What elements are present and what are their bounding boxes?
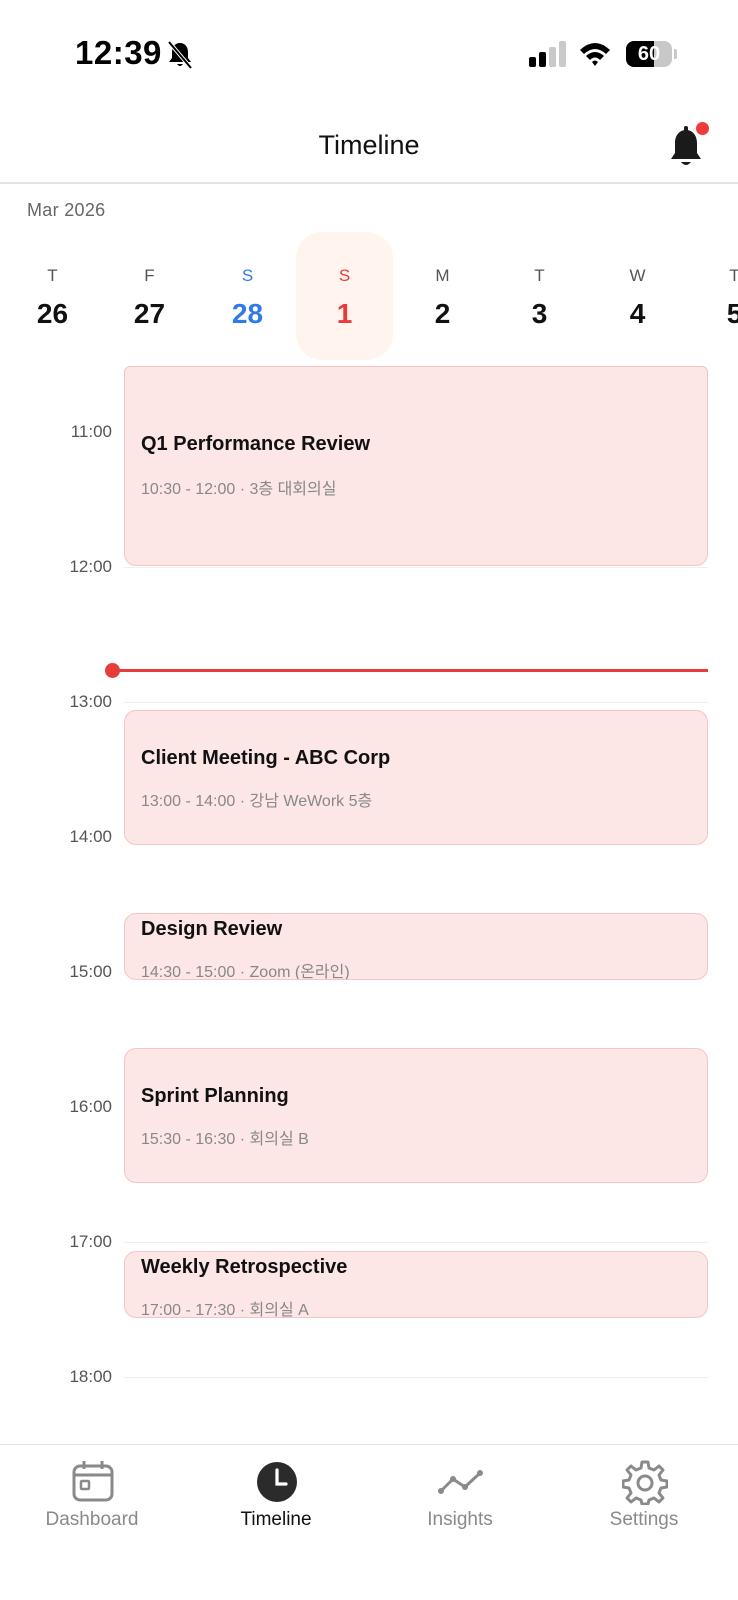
event-time-location: 15:30 - 16:30 · 회의실 B [141, 1131, 309, 1148]
hour-label: 14:00 [69, 827, 112, 846]
event-time-location: 13:00 - 14:00 · 강남 WeWork 5층 [141, 793, 373, 810]
tab-bar: Dashboard Timeline Insights Settings [0, 1444, 738, 1600]
day-of-week: W [629, 266, 646, 285]
hour-gridline [124, 567, 708, 568]
date-strip[interactable]: T 26 F 27 S 28 S 1 M 2 T 3 W 4 T 5 [0, 232, 738, 364]
date-cell[interactable]: T3 [491, 232, 588, 360]
battery-level: 60 [637, 43, 661, 65]
date-cell[interactable]: S1 [296, 232, 393, 360]
event-card[interactable]: Sprint Planning 15:30 - 16:30 · 회의실 B [124, 1048, 708, 1183]
hour-gridline [124, 702, 708, 703]
hour-label: 17:00 [69, 1232, 112, 1251]
status-time: 12:39 [75, 34, 162, 71]
day-of-week: T [729, 266, 738, 285]
event-time-location: 17:00 - 17:30 · 회의실 A [141, 1302, 309, 1318]
tab-label: Dashboard [45, 1509, 139, 1530]
hour-label: 11:00 [70, 422, 112, 441]
timeline[interactable]: 11:00 12:00 13:00 14:00 15:00 16:00 17:00 18:00… [0, 366, 738, 1444]
day-number: 26 [36, 298, 69, 329]
day-of-week: T [47, 266, 58, 285]
cellular-signal-icon [529, 41, 566, 67]
day-number: 1 [336, 298, 353, 329]
date-cell[interactable]: T5 [686, 232, 738, 360]
day-number: 2 [434, 298, 451, 329]
battery-icon: 60 [626, 41, 677, 67]
event-card[interactable]: Q1 Performance Review 10:30 - 12:00 · 3층 … [124, 366, 708, 566]
tab-label: Insights [427, 1509, 493, 1530]
hour-label: 18:00 [69, 1367, 112, 1386]
trend-line-icon [438, 1470, 483, 1494]
event-title: Sprint Planning [141, 1085, 289, 1107]
tab-label: Settings [609, 1509, 679, 1530]
hour-label: 13:00 [69, 692, 112, 711]
hour-label: 16:00 [69, 1097, 112, 1116]
event-card[interactable]: Weekly Retrospective 17:00 - 17:30 · 회의실 … [124, 1251, 708, 1318]
day-number: 27 [133, 298, 166, 329]
day-number: 5 [726, 298, 738, 329]
calendar-icon [72, 1461, 114, 1502]
hour-gridline [124, 1377, 708, 1378]
event-title: Weekly Retrospective [141, 1256, 348, 1278]
date-cell[interactable]: W4 [589, 232, 686, 360]
hour-label: 15:00 [69, 962, 112, 981]
notification-badge [696, 122, 709, 135]
page-title: Timeline [318, 130, 420, 160]
day-of-week: F [144, 266, 155, 285]
tab-timeline[interactable]: Timeline [184, 1445, 368, 1555]
tab-label: Timeline [240, 1509, 312, 1530]
event-title: Client Meeting - ABC Corp [141, 747, 391, 769]
date-cell[interactable]: S 28 [199, 232, 296, 360]
status-bar: 12:39 60 [0, 0, 738, 108]
month-label: Mar 2026 [27, 200, 106, 220]
wifi-icon [580, 43, 610, 66]
event-time-location: 10:30 - 12:00 · 3층 대회의실 [141, 481, 337, 498]
event-title: Design Review [141, 918, 283, 940]
tab-insights[interactable]: Insights [368, 1445, 552, 1555]
event-title: Q1 Performance Review [141, 433, 370, 455]
day-number: 3 [531, 298, 548, 329]
hour-gridline [124, 1242, 708, 1243]
day-of-week: M [435, 266, 450, 285]
day-of-week: S [241, 266, 254, 285]
day-number: 28 [231, 298, 264, 329]
day-of-week: T [534, 266, 545, 285]
bell-muted-icon [167, 40, 193, 70]
event-time-location: 14:30 - 15:00 · Zoom (온라인) [141, 964, 350, 980]
app-header: Timeline [0, 108, 738, 184]
date-cell[interactable]: F 27 [101, 232, 198, 360]
tab-settings[interactable]: Settings [552, 1445, 736, 1555]
current-time-dot [105, 663, 120, 678]
day-of-week: S [338, 266, 351, 285]
tab-dashboard[interactable]: Dashboard [0, 1445, 184, 1555]
event-card[interactable]: Design Review 14:30 - 15:00 · Zoom (온라인) [124, 913, 708, 980]
current-time-line [112, 669, 708, 672]
date-cell[interactable]: T 26 [4, 232, 101, 360]
clock-icon [257, 1462, 297, 1502]
day-number: 4 [629, 298, 646, 329]
hour-label: 12:00 [69, 557, 112, 576]
event-card[interactable]: Client Meeting - ABC Corp 13:00 - 14:00 ·… [124, 710, 708, 845]
gear-icon [622, 1460, 668, 1505]
date-cell[interactable]: M2 [394, 232, 491, 360]
